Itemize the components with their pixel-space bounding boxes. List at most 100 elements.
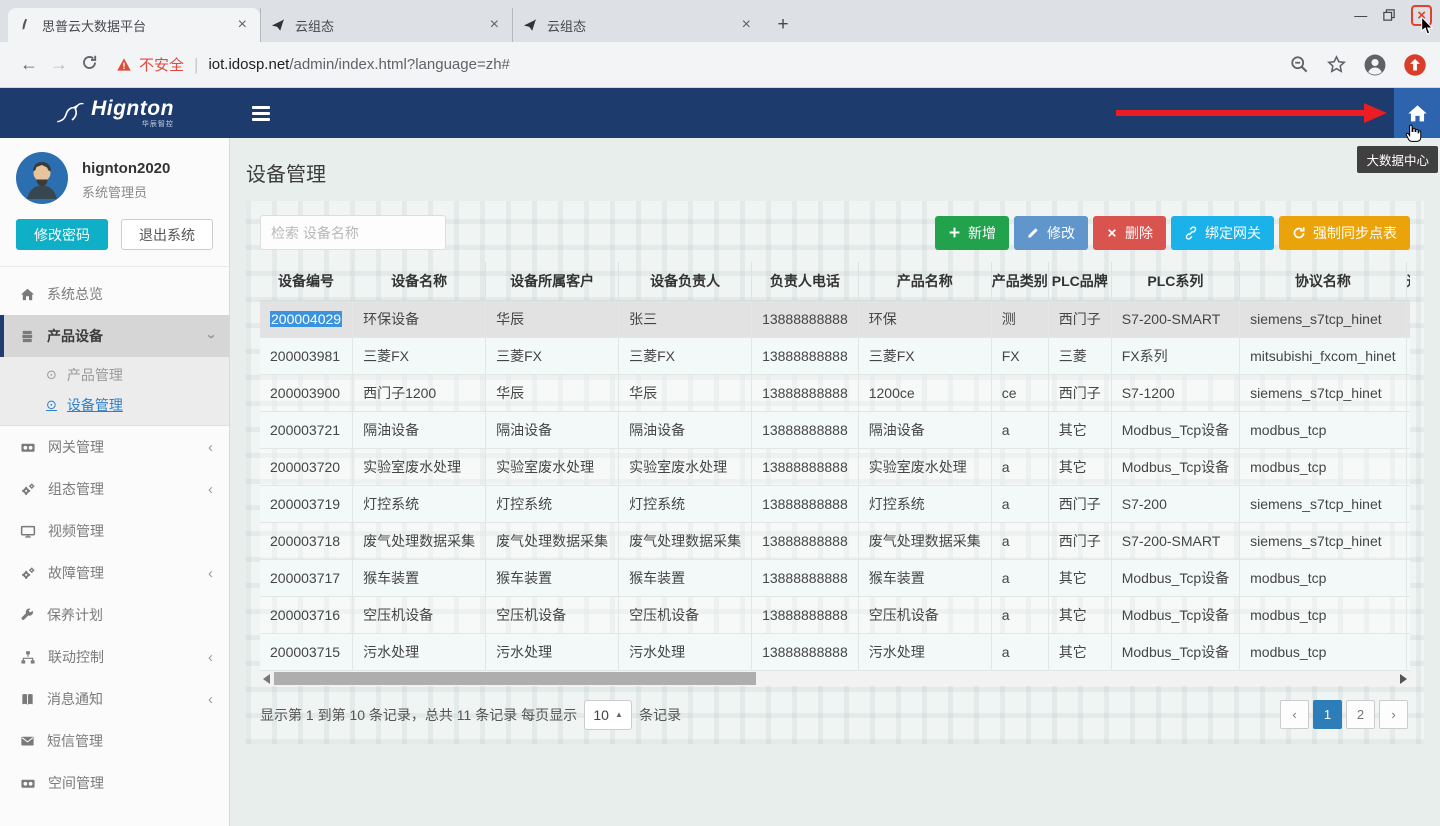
sidebar-item-2[interactable]: 产品设备‹ [0,315,229,357]
sidebar-item-8[interactable]: 联动控制‹ [0,636,229,678]
browser-tab[interactable]: 云组态× [512,8,764,42]
forward-button[interactable]: → [44,54,74,75]
add-button[interactable]: 新增 [935,216,1009,250]
horizontal-scrollbar[interactable] [260,671,1410,686]
sidebar-item-4[interactable]: 组态管理‹ [0,468,229,510]
force-sync-button[interactable]: 强制同步点表 [1279,216,1410,250]
column-header[interactable]: 负责人电话 [752,262,859,300]
browser-tab[interactable]: 云组态 × [260,8,512,42]
button-label: 新增 [968,223,996,243]
bookmark-star-icon[interactable] [1327,55,1346,74]
column-header[interactable]: 设备所属客户 [486,262,619,300]
table-cell: 环保 [858,300,991,337]
table-cell: 西门子 [1048,300,1111,337]
security-indicator[interactable]: 不安全 [116,54,184,75]
new-tab-button[interactable]: + [768,10,798,40]
table-cell: 空压机设备 [353,596,486,633]
table-row[interactable]: 200003720实验室废水处理实验室废水处理实验室废水处理1388888888… [260,448,1410,485]
minimize-button[interactable]: — [1354,8,1367,23]
edit-button[interactable]: 修改 [1014,216,1088,250]
submenu-item[interactable]: ⊙产品管理 [0,360,229,390]
submenu-item[interactable]: ⊙设备管理 [0,390,229,420]
brand-name: Hignton [91,98,174,119]
table-cell: 空压机设备 [486,596,619,633]
zoom-out-icon[interactable] [1290,55,1309,74]
plus-icon [948,226,961,239]
profile-avatar-icon[interactable] [1364,54,1386,76]
security-label: 不安全 [139,54,184,75]
scrollbar-thumb[interactable] [274,672,756,685]
table-row[interactable]: 200003717猴车装置猴车装置猴车装置13888888888猴车装置a其它M… [260,559,1410,596]
back-button[interactable]: ← [14,54,44,75]
table-cell: 污水处理 [486,633,619,670]
page-button[interactable]: ‹ [1280,700,1309,729]
sidebar-item-6[interactable]: 故障管理‹ [0,552,229,594]
column-header[interactable]: 协议名称 [1240,262,1407,300]
column-header[interactable]: PLC系列 [1111,262,1239,300]
column-header[interactable]: 产品名称 [858,262,991,300]
column-header[interactable]: 设备编号 [260,262,353,300]
tab-close-icon[interactable]: × [235,16,250,34]
sidebar-item-label: 视频管理 [48,521,104,541]
table-row[interactable]: 200004029环保设备华辰张三13888888888环保测西门子S7-200… [260,300,1410,337]
table-row[interactable]: 200003718废气处理数据采集废气处理数据采集废气处理数据采集1388888… [260,522,1410,559]
sidebar-item-label: 组态管理 [48,479,104,499]
app: Hignton 华辰智控 大数据中心 hignton2020 系统管理员 修改密… [0,88,1440,826]
change-password-button[interactable]: 修改密码 [16,219,108,250]
search-input[interactable] [260,215,446,250]
restore-button[interactable] [1383,9,1395,21]
tab-close-icon[interactable]: × [487,16,502,34]
sidebar-item-7[interactable]: 保养计划 [0,594,229,636]
column-header[interactable]: 设备负责人 [619,262,752,300]
book-icon [20,692,47,707]
tab-close-icon[interactable]: × [739,16,754,34]
home-icon [20,287,47,302]
table-cell: 网口 [1406,374,1410,411]
gears-icon [20,482,48,497]
sidebar: hignton2020 系统管理员 修改密码 退出系统 系统总览产品设备‹⊙产品… [0,138,230,826]
sidebar-item-11[interactable]: 空间管理 [0,762,229,804]
page-button[interactable]: › [1379,700,1408,729]
delete-button[interactable]: 删除 [1093,216,1166,250]
page-button[interactable]: 2 [1346,700,1375,729]
table-cell: 废气处理数据采集 [858,522,991,559]
sidebar-item-1[interactable]: 系统总览 [0,273,229,315]
sidebar-item-10[interactable]: 短信管理 [0,720,229,762]
url-field[interactable]: iot.idosp.net/admin/index.html?language=… [208,56,509,73]
sidebar-item-9[interactable]: 消息通知‹ [0,678,229,720]
table-cell: 猴车装置 [619,559,752,596]
table-row[interactable]: 200003981三菱FX三菱FX三菱FX13888888888三菱FXFX三菱… [260,337,1410,374]
table-row[interactable]: 200003721隔油设备隔油设备隔油设备13888888888隔油设备a其它M… [260,411,1410,448]
table-cell: 网口 [1406,448,1410,485]
logout-button[interactable]: 退出系统 [121,219,213,250]
reload-button[interactable] [74,54,104,76]
bind-gateway-button[interactable]: 绑定网关 [1171,216,1274,250]
table-cell: 网口 [1406,300,1410,337]
column-header[interactable]: 设备名称 [353,262,486,300]
table-row[interactable]: 200003719灯控系统灯控系统灯控系统13888888888灯控系统a西门子… [260,485,1410,522]
annotation-arrow [1116,102,1388,124]
sidebar-item-label: 故障管理 [48,563,104,583]
sidebar-item-5[interactable]: 视频管理 [0,510,229,552]
table-cell: a [991,596,1048,633]
sidebar-toggle-button[interactable] [252,106,270,121]
browser-tab[interactable]: 思普云大数据平台× [8,8,260,42]
close-button[interactable]: × [1411,5,1432,26]
column-header[interactable]: 产品类别 [991,262,1048,300]
sidebar-item-3[interactable]: 网关管理‹ [0,426,229,468]
table-row[interactable]: 200003715污水处理污水处理污水处理13888888888污水处理a其它M… [260,633,1410,670]
table-cell: 200003721 [260,411,353,448]
circle-dot-icon: ⊙ [46,367,57,383]
column-header[interactable]: PLC品牌 [1048,262,1111,300]
page-size-select[interactable]: 10 ▲ [584,700,632,730]
scroll-right-icon[interactable] [1400,674,1407,684]
mouse-cursor-icon [1420,17,1434,35]
page-button[interactable]: 1 [1313,700,1342,729]
tab-title: 云组态 [295,16,479,35]
pencil-icon [1027,226,1040,239]
browser-update-icon[interactable] [1404,54,1426,76]
scroll-left-icon[interactable] [263,674,270,684]
column-header[interactable]: 通讯方式 [1406,262,1410,300]
table-row[interactable]: 200003716空压机设备空压机设备空压机设备13888888888空压机设备… [260,596,1410,633]
table-row[interactable]: 200003900西门子1200华辰华辰138888888881200cece西… [260,374,1410,411]
